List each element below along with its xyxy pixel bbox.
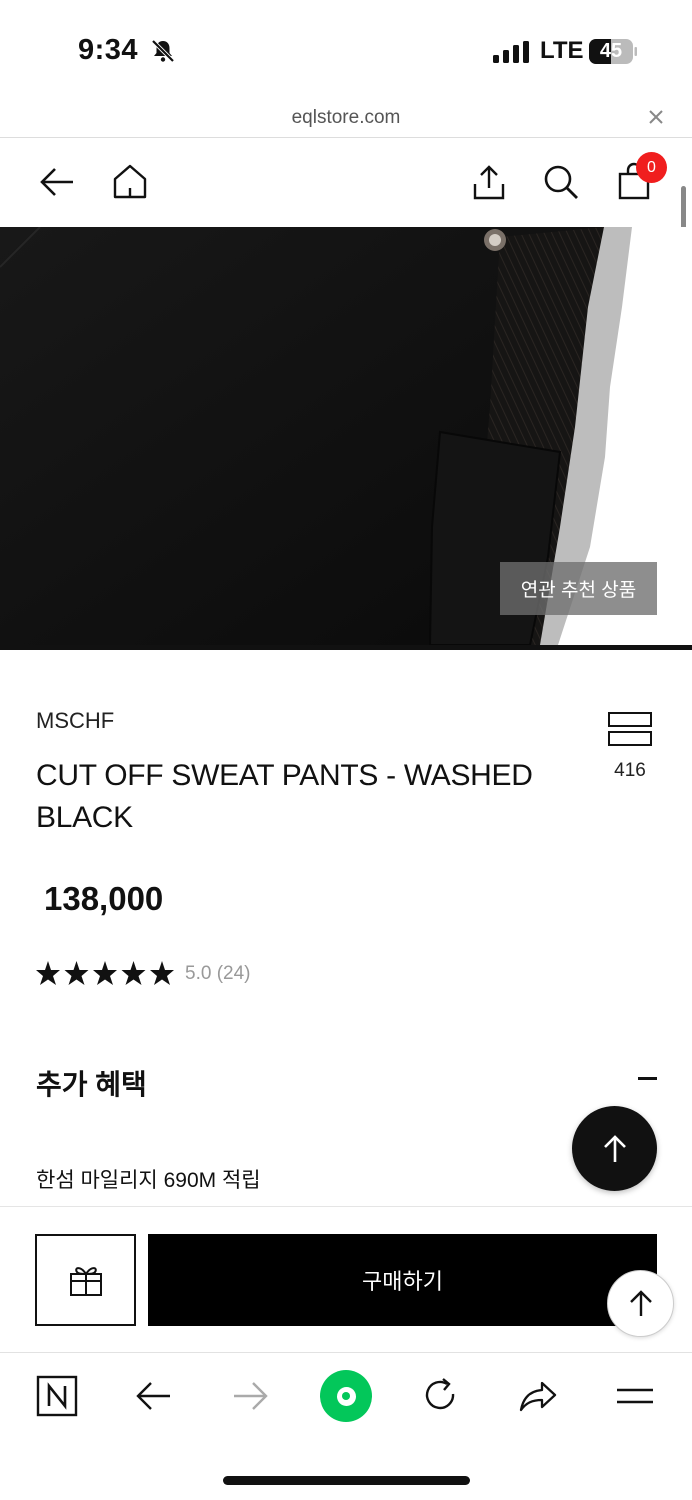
- browser-back-icon[interactable]: [132, 1374, 176, 1418]
- search-icon[interactable]: [541, 162, 581, 202]
- arrow-up-icon: [629, 1289, 652, 1316]
- rating-text[interactable]: 5.0 (24): [185, 963, 250, 985]
- brand-name[interactable]: MSCHF: [36, 708, 114, 734]
- naver-n-icon[interactable]: [35, 1374, 79, 1418]
- compare-count: 416: [614, 760, 646, 781]
- menu-icon[interactable]: [613, 1374, 657, 1418]
- related-products-button[interactable]: 연관 추천 상품: [500, 562, 657, 615]
- status-time: 9:34: [78, 34, 139, 66]
- image-progress-bar: [0, 645, 692, 650]
- bell-muted-icon: [151, 39, 175, 63]
- gift-button[interactable]: [35, 1234, 136, 1326]
- refresh-icon[interactable]: [419, 1374, 463, 1418]
- product-title: CUT OFF SWEAT PANTS - WASHED BLACK: [36, 759, 533, 834]
- browser-forward-icon[interactable]: [228, 1374, 272, 1418]
- signal-icon: [493, 41, 529, 63]
- network-label: LTE: [540, 37, 584, 64]
- collapse-icon[interactable]: [638, 1077, 657, 1080]
- battery-level: 45: [599, 40, 623, 62]
- cart-badge: 0: [636, 152, 667, 183]
- divider: [0, 137, 692, 138]
- url-text[interactable]: eqlstore.com: [0, 107, 692, 129]
- green-dot-icon: [336, 1386, 356, 1406]
- back-arrow-icon[interactable]: [37, 162, 77, 202]
- browser-scroll-top-button[interactable]: [607, 1270, 674, 1337]
- star-icon: [121, 961, 146, 985]
- gift-icon: [69, 1267, 102, 1296]
- home-icon[interactable]: [110, 162, 150, 202]
- green-dot-button[interactable]: [320, 1370, 372, 1422]
- star-icon: [36, 961, 60, 985]
- product-price: 138,000: [44, 880, 164, 917]
- divider: [0, 1352, 692, 1353]
- home-indicator[interactable]: [223, 1476, 470, 1485]
- share-icon[interactable]: [469, 162, 509, 202]
- benefits-title[interactable]: 추가 혜택: [36, 1063, 147, 1103]
- scroll-top-button[interactable]: [572, 1106, 657, 1191]
- mileage-text: 한섬 마일리지 690M 적립: [36, 1169, 261, 1192]
- buy-button[interactable]: 구매하기: [148, 1234, 657, 1326]
- close-icon[interactable]: [643, 104, 669, 130]
- star-icon: [150, 961, 174, 985]
- share-arrow-icon[interactable]: [516, 1374, 560, 1418]
- divider: [0, 1206, 692, 1207]
- star-icon: [93, 961, 117, 985]
- star-icon: [64, 961, 89, 985]
- rating-stars: [36, 961, 174, 985]
- compare-icon[interactable]: [607, 711, 653, 747]
- battery-icon: 45: [589, 39, 637, 64]
- arrow-up-icon: [603, 1134, 626, 1162]
